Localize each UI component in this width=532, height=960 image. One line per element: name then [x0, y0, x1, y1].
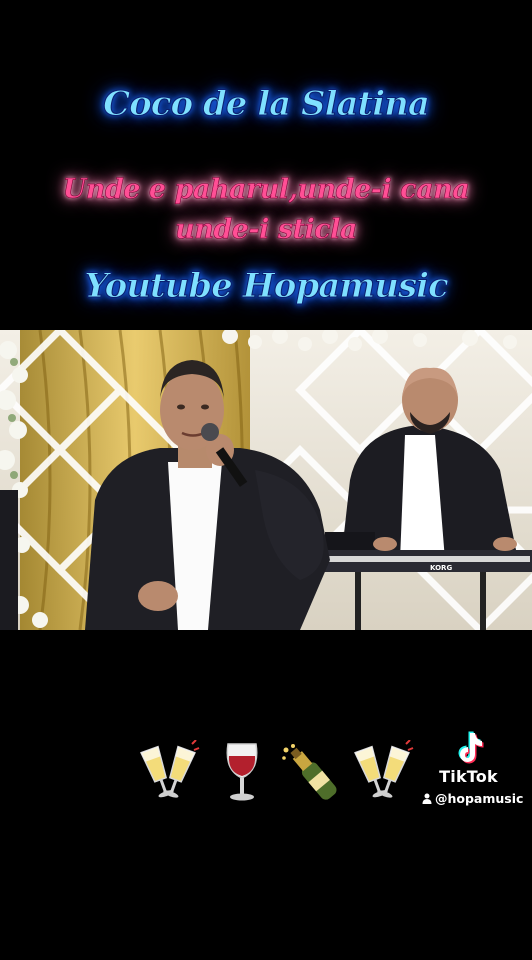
- emoji-row: [130, 738, 430, 808]
- wine-glass-icon: [226, 743, 258, 801]
- clinking-glasses-icon: [354, 740, 414, 798]
- channel-caption: Youtube Hopamusic: [84, 266, 449, 307]
- user-icon: [422, 793, 432, 804]
- lyric-line-2: unde-i sticla: [175, 214, 358, 246]
- tiktok-logo-icon: [458, 731, 484, 764]
- song-title: Coco de la Slatina: [103, 84, 431, 125]
- clinking-glasses-icon: [140, 740, 200, 798]
- video-scene: KORG: [0, 330, 532, 630]
- lyric-line-1: Unde e paharul,unde-i cana: [62, 174, 470, 206]
- username-label: @hopamusic: [435, 791, 524, 806]
- lyric-caption: Unde e paharul,unde-i cana unde-i sticla: [0, 170, 532, 250]
- tiktok-watermark: TikTok @hopamusic: [422, 727, 523, 817]
- keyboard-brand: KORG: [430, 564, 452, 572]
- video-frame[interactable]: KORG: [0, 330, 532, 630]
- tiktok-brand: TikTok: [439, 767, 498, 786]
- champagne-bottle-icon: [282, 744, 337, 800]
- username: @hopamusic: [422, 791, 523, 806]
